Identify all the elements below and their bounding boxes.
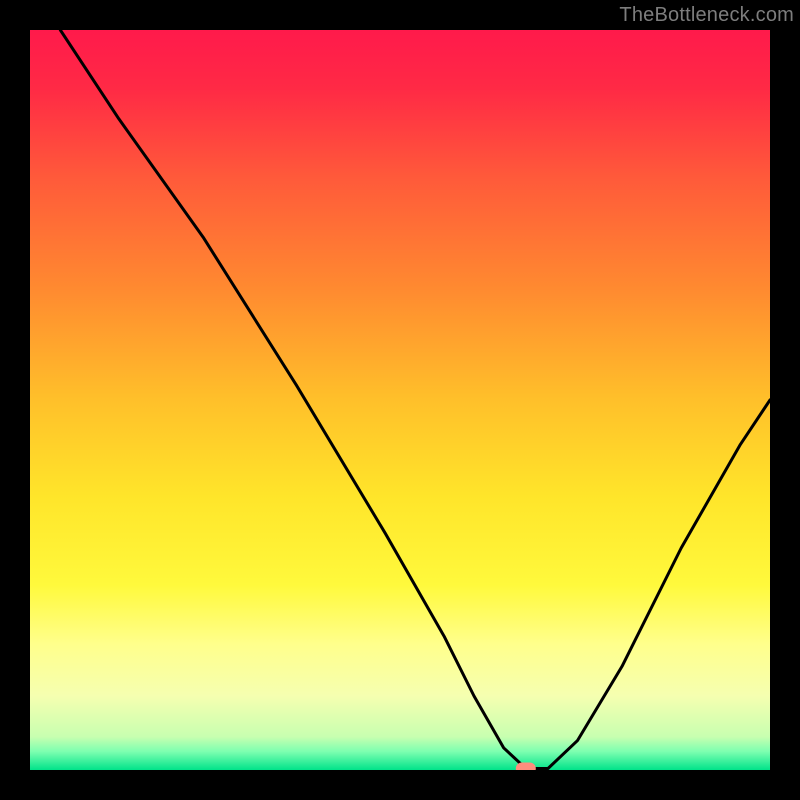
optimal-point-marker [516,763,536,775]
chart-stage: TheBottleneck.com [0,0,800,800]
chart-background [30,30,770,770]
bottleneck-chart [0,0,800,800]
watermark-text: TheBottleneck.com [619,4,794,27]
